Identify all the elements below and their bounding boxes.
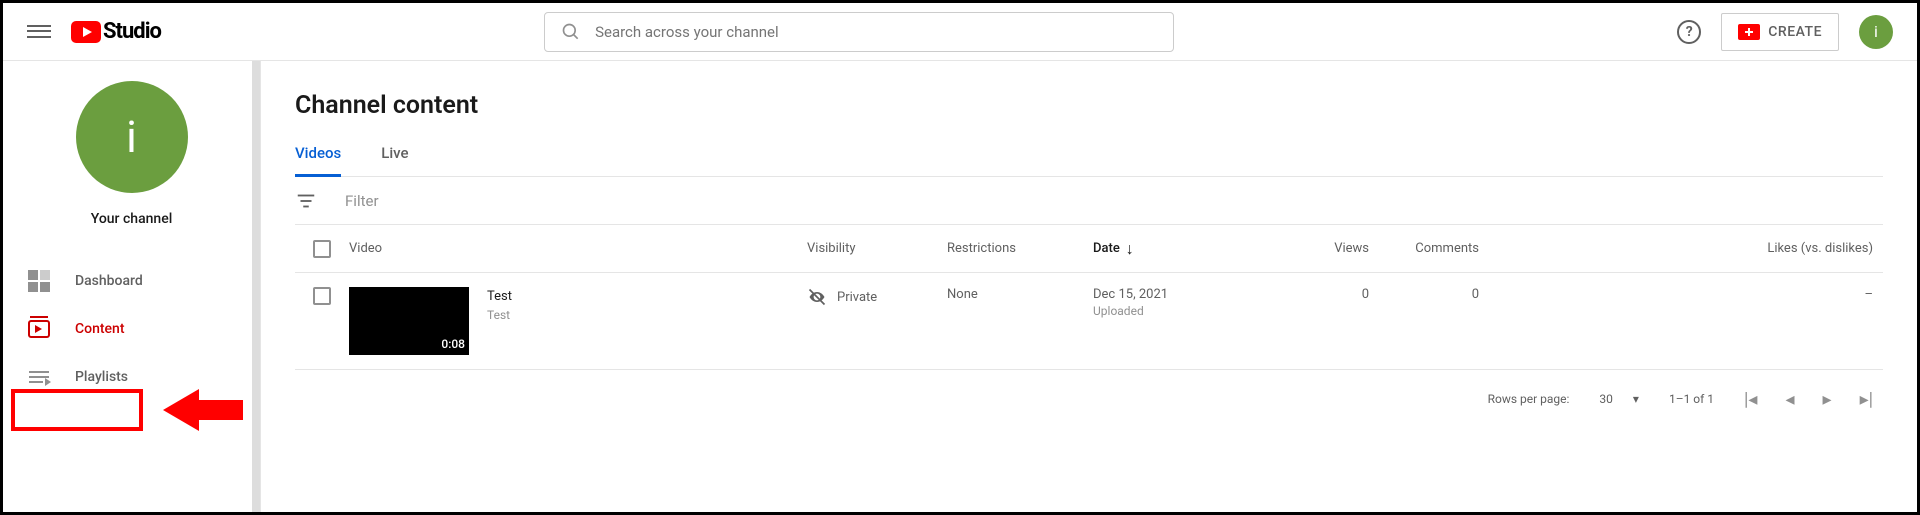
sidebar-item-label: Playlists — [75, 369, 128, 385]
row-checkbox[interactable] — [313, 287, 331, 305]
tab-live[interactable]: Live — [381, 144, 408, 176]
menu-icon[interactable] — [27, 20, 51, 44]
last-page-button[interactable]: ▸| — [1860, 389, 1873, 410]
video-description: Test — [487, 308, 512, 322]
playlist-icon — [27, 365, 51, 389]
dashboard-icon — [27, 269, 51, 293]
chevron-down-icon: ▾ — [1633, 392, 1639, 406]
help-icon[interactable]: ? — [1677, 20, 1701, 44]
channel-label: Your channel — [3, 211, 260, 227]
date-status: Uploaded — [1093, 304, 1269, 318]
likes-value: – — [1479, 287, 1883, 302]
column-comments[interactable]: Comments — [1369, 241, 1479, 256]
restrictions-value: None — [947, 287, 1093, 302]
page-title: Channel content — [295, 91, 1883, 120]
create-label: CREATE — [1768, 24, 1822, 40]
filter-icon — [295, 190, 317, 212]
logo-text: Studio — [103, 19, 161, 44]
studio-logo[interactable]: Studio — [71, 19, 161, 44]
search-input[interactable] — [595, 23, 1157, 41]
channel-avatar[interactable]: i — [76, 81, 188, 193]
table-footer: Rows per page: 30 ▾ 1–1 of 1 |◂ ◂ ▸ ▸| — [295, 370, 1883, 428]
filter-bar[interactable]: Filter — [295, 177, 1883, 225]
column-video[interactable]: Video — [349, 241, 807, 256]
views-value: 0 — [1269, 287, 1369, 302]
column-date[interactable]: Date↓ — [1093, 239, 1269, 259]
create-video-icon — [1738, 24, 1760, 40]
tab-videos[interactable]: Videos — [295, 144, 341, 176]
sidebar: i Your channel Dashboard Content Playlis… — [3, 61, 261, 512]
table-row[interactable]: 0:08 Test Test Private None Dec 15, 2021… — [295, 273, 1883, 370]
video-thumbnail[interactable]: 0:08 — [349, 287, 469, 355]
table-header: Video Visibility Restrictions Date↓ View… — [295, 225, 1883, 273]
next-page-button[interactable]: ▸ — [1823, 389, 1832, 410]
first-page-button[interactable]: |◂ — [1744, 389, 1757, 410]
visibility-value: Private — [837, 290, 877, 305]
scrollbar[interactable] — [252, 61, 260, 512]
column-restrictions[interactable]: Restrictions — [947, 241, 1093, 256]
app-header: Studio ? CREATE i — [3, 3, 1917, 61]
search-box[interactable] — [544, 12, 1174, 52]
video-duration: 0:08 — [441, 337, 465, 351]
sidebar-item-label: Dashboard — [75, 273, 143, 289]
filter-label: Filter — [345, 192, 379, 210]
select-all-checkbox[interactable] — [313, 240, 331, 258]
search-icon — [561, 22, 581, 42]
prev-page-button[interactable]: ◂ — [1785, 389, 1794, 410]
column-visibility[interactable]: Visibility — [807, 241, 947, 256]
column-likes[interactable]: Likes (vs. dislikes) — [1479, 241, 1883, 256]
pagination-range: 1–1 of 1 — [1669, 392, 1714, 406]
main-content: Channel content Videos Live Filter Video… — [261, 61, 1917, 512]
date-value: Dec 15, 2021 — [1093, 287, 1269, 302]
video-title: Test — [487, 289, 512, 304]
create-button[interactable]: CREATE — [1721, 13, 1839, 51]
content-tabs: Videos Live — [295, 144, 1883, 177]
content-icon — [27, 317, 51, 341]
sidebar-item-dashboard[interactable]: Dashboard — [3, 257, 260, 305]
comments-value: 0 — [1369, 287, 1479, 302]
column-views[interactable]: Views — [1269, 241, 1369, 256]
rows-per-page-label: Rows per page: — [1488, 392, 1570, 406]
sidebar-item-playlists[interactable]: Playlists — [3, 353, 260, 401]
youtube-icon — [71, 21, 101, 43]
sort-descending-icon: ↓ — [1126, 239, 1134, 259]
sidebar-item-content[interactable]: Content — [3, 305, 260, 353]
sidebar-item-label: Content — [75, 321, 125, 337]
visibility-private-icon — [807, 287, 827, 307]
rows-per-page-select[interactable]: 30 ▾ — [1599, 392, 1639, 406]
account-avatar[interactable]: i — [1859, 15, 1893, 49]
